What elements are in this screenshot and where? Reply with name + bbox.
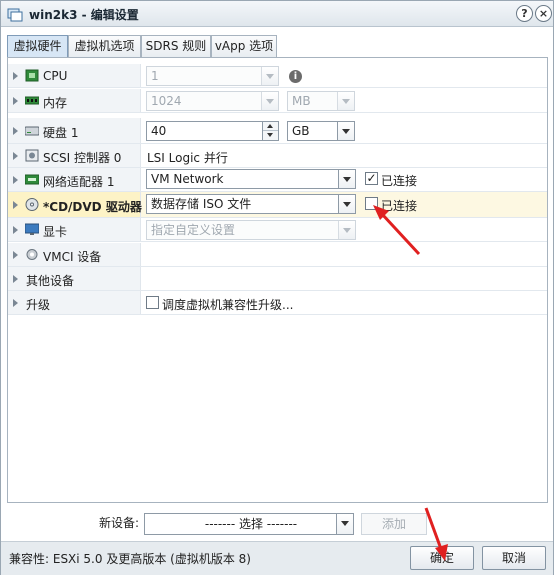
display-icon [25,223,39,235]
cpu-icon [25,69,39,82]
cddvd-connected-label: 已连接 [381,199,418,213]
vmci-label: VMCI 设备 [43,250,102,264]
chevron-down-icon [337,122,354,140]
expand-arrow-icon[interactable] [13,97,18,105]
memory-size-select[interactable]: 1024 [146,91,279,111]
vmci-icon [26,249,38,260]
other-devices-label: 其他设备 [26,274,75,288]
tab-vm-options[interactable]: 虚拟机选项 [68,35,141,57]
scsi-type-value: LSI Logic 并行 [147,151,228,165]
row-disk: 硬盘 1 40 GB [8,118,547,144]
expand-arrow-icon[interactable] [13,127,18,135]
row-cpu: CPU 1 i [8,64,547,88]
expand-arrow-icon[interactable] [13,226,18,234]
expand-arrow-icon[interactable] [13,176,18,184]
ok-button[interactable]: 确定 [410,546,474,570]
memory-icon [25,96,39,105]
network-select[interactable]: VM Network [146,169,356,189]
scsi-icon [25,149,39,162]
tab-sdrs-rules[interactable]: SDRS 规则 [141,35,211,57]
chevron-down-icon [338,221,355,239]
network-label: 网络适配器 1 [43,175,115,189]
new-device-select[interactable]: ------- 选择 ------- [144,513,354,535]
row-cddvd-drive: *CD/DVD 驱动器 1 数据存储 ISO 文件 已连接 [8,192,547,218]
disk-size-stepper[interactable]: 40 [146,121,279,141]
increment-icon[interactable] [263,122,278,131]
dialog-title: win2k3 - 编辑设置 [29,8,139,22]
help-icon[interactable]: ? [516,5,533,22]
chevron-down-icon [336,514,353,534]
row-scsi: SCSI 控制器 0 LSI Logic 并行 [8,144,547,168]
edit-settings-dialog: win2k3 - 编辑设置 ? × 虚拟硬件 虚拟机选项 SDRS 规则 vAp… [0,0,554,575]
add-device-button[interactable]: 添加 [361,513,427,535]
decrement-icon[interactable] [263,131,278,140]
close-icon[interactable]: × [535,5,552,22]
cancel-button[interactable]: 取消 [482,546,546,570]
title-bar: win2k3 - 编辑设置 ? × [1,1,553,27]
vm-icon [7,8,23,22]
disk-label: 硬盘 1 [43,126,79,140]
compatibility-text: 兼容性: ESXi 5.0 及更高版本 (虚拟机版本 8) [9,552,251,566]
disk-unit-select[interactable]: GB [287,121,355,141]
tab-vapp-options[interactable]: vApp 选项 [211,35,277,57]
cpu-label: CPU [43,69,68,83]
cddvd-source-select[interactable]: 数据存储 ISO 文件 [146,194,356,214]
row-network-adapter: 网络适配器 1 VM Network ✓ 已连接 [8,168,547,192]
network-icon [25,174,39,185]
schedule-upgrade-checkbox[interactable] [146,296,159,309]
upgrade-label: 升级 [26,298,51,312]
new-device-label: 新设备: [99,516,140,530]
cddvd-label: *CD/DVD 驱动器 1 [43,200,155,214]
chevron-down-icon [261,67,278,85]
row-memory: 内存 1024 MB [8,89,547,113]
video-settings-select[interactable]: 指定自定义设置 [146,220,356,240]
chevron-down-icon [338,170,355,188]
cddvd-icon [25,198,39,211]
cddvd-connected-checkbox[interactable] [365,197,378,210]
expand-arrow-icon[interactable] [13,72,18,80]
hardware-panel: CPU 1 i 内存 1024 MB 硬盘 1 40 GB SCSI 控制器 0… [7,57,548,503]
network-connected-label: 已连接 [381,174,418,188]
dialog-footer: 兼容性: ESXi 5.0 及更高版本 (虚拟机版本 8) 确定 取消 [1,541,553,575]
network-connected-checkbox[interactable]: ✓ [365,172,378,185]
memory-label: 内存 [43,96,68,110]
row-upgrade: 升级 调度虚拟机兼容性升级... [8,291,547,315]
disk-icon [25,126,39,136]
row-other-devices: 其他设备 [8,267,547,291]
expand-arrow-icon[interactable] [13,152,18,160]
video-label: 显卡 [43,225,68,239]
schedule-upgrade-label: 调度虚拟机兼容性升级... [162,298,294,312]
tab-virtual-hardware[interactable]: 虚拟硬件 [7,35,68,57]
cpu-count-select[interactable]: 1 [146,66,279,86]
expand-arrow-icon[interactable] [13,275,18,283]
chevron-down-icon [338,195,355,213]
chevron-down-icon [337,92,354,110]
expand-arrow-icon[interactable] [13,299,18,307]
expand-arrow-icon[interactable] [13,251,18,259]
row-video-card: 显卡 指定自定义设置 [8,218,547,242]
row-vmci: VMCI 设备 [8,243,547,267]
scsi-label: SCSI 控制器 0 [43,151,122,165]
expand-arrow-icon[interactable] [13,201,18,209]
chevron-down-icon [261,92,278,110]
info-icon[interactable]: i [289,70,302,83]
memory-unit-select[interactable]: MB [287,91,355,111]
